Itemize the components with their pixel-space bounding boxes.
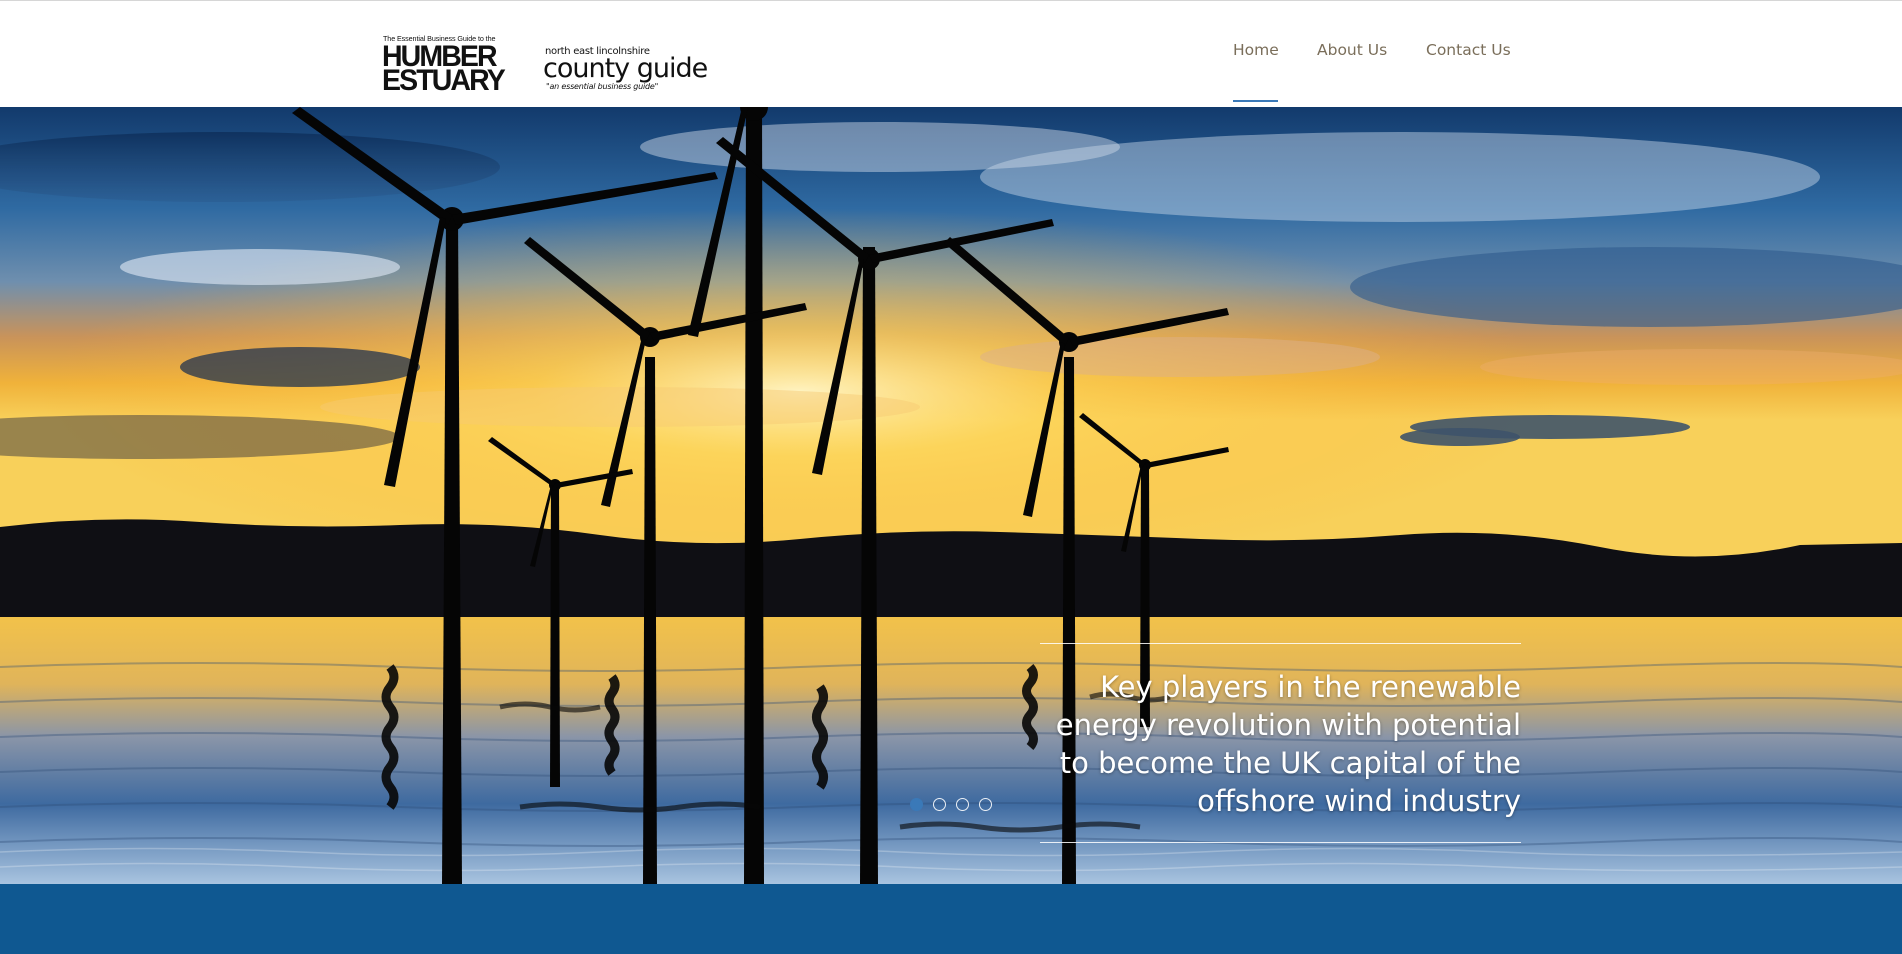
nav-active-indicator: [1233, 100, 1278, 102]
hero-image-wind-turbines-sunset: [0, 107, 1902, 884]
hero-slider[interactable]: Key players in the renewable energy revo…: [0, 107, 1902, 884]
nav-item-contact-us[interactable]: Contact Us: [1426, 41, 1511, 59]
blue-content-band: [0, 884, 1902, 954]
humber-estuary-logo[interactable]: The Essential Business Guide to the HUMB…: [382, 34, 511, 97]
hero-caption: Key players in the renewable energy revo…: [1040, 643, 1521, 843]
slider-dot-3[interactable]: [956, 798, 969, 811]
logo-word-estuary: ESTUARY: [382, 64, 506, 97]
site-header: The Essential Business Guide to the HUMB…: [0, 0, 1902, 107]
slider-dot-2[interactable]: [933, 798, 946, 811]
caption-top-rule: [1040, 643, 1521, 644]
county-logo-title: county guide: [543, 53, 708, 84]
caption-bottom-rule: [1040, 842, 1521, 843]
slider-dot-1[interactable]: [910, 798, 923, 811]
hero-caption-text: Key players in the renewable energy revo…: [1055, 670, 1521, 818]
nav-item-about-us[interactable]: About Us: [1317, 41, 1387, 59]
nav-item-home[interactable]: Home: [1233, 41, 1279, 59]
county-logo-subtitle: "an essential business guide": [546, 82, 659, 91]
slider-dot-4[interactable]: [979, 798, 992, 811]
county-guide-logo[interactable]: north east lincolnshire county guide "an…: [543, 45, 708, 93]
